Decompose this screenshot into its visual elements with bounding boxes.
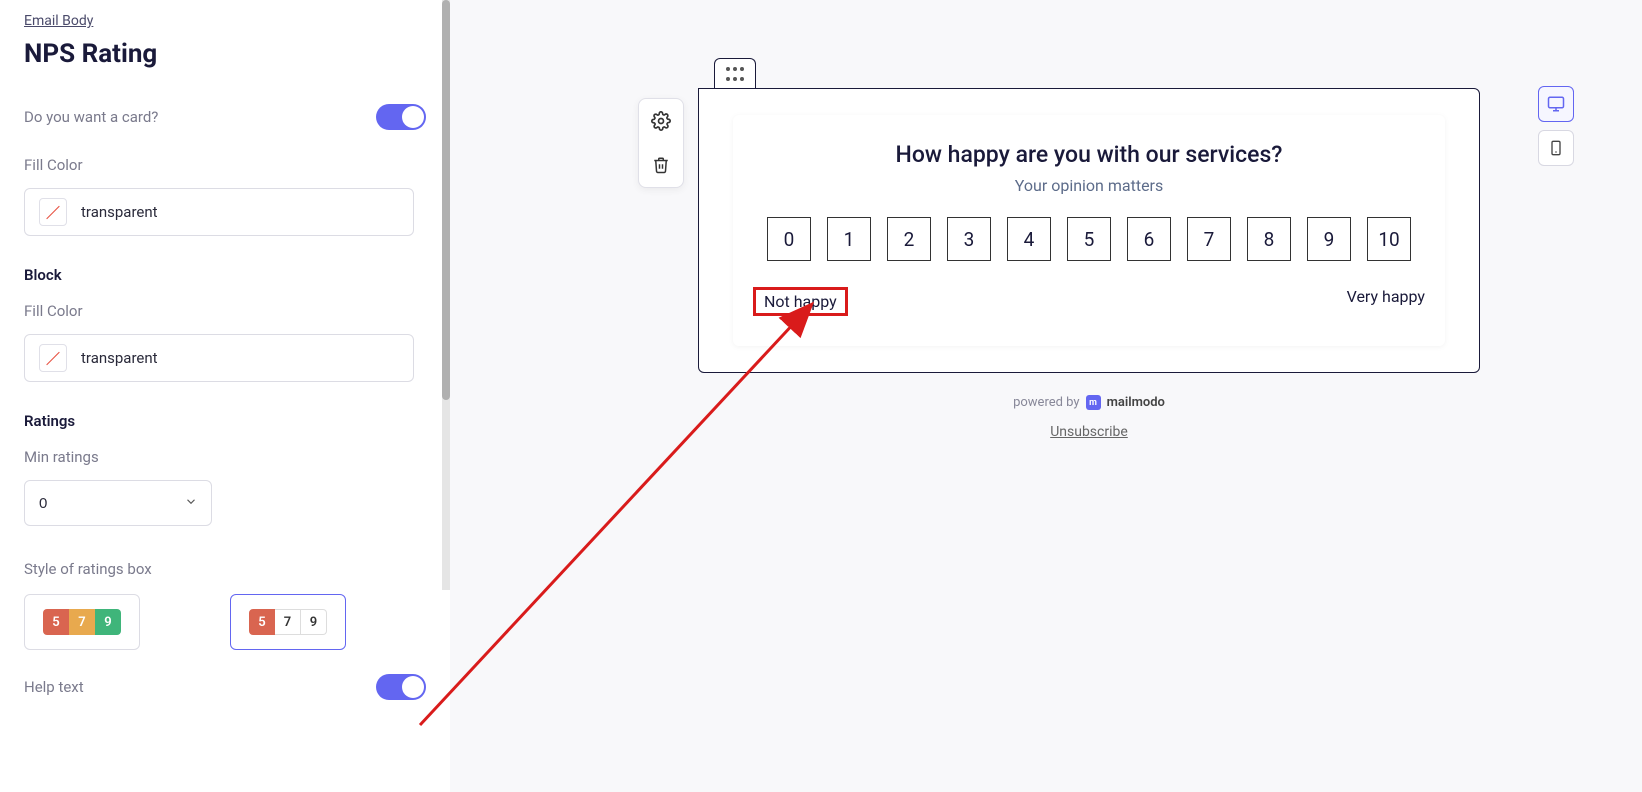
style-pill: 5 xyxy=(249,609,275,635)
block-fill-value: transparent xyxy=(81,349,158,367)
desktop-view-button[interactable] xyxy=(1538,86,1574,122)
block-settings-button[interactable] xyxy=(639,99,683,143)
rating-button-9[interactable]: 9 xyxy=(1307,217,1351,261)
block-fill-label: Fill Color xyxy=(24,302,426,320)
help-text-label: Help text xyxy=(24,678,84,696)
trash-icon xyxy=(652,156,670,174)
gear-icon xyxy=(651,111,671,131)
desktop-icon xyxy=(1547,95,1565,113)
style-pill: 9 xyxy=(301,609,327,635)
help-text-toggle[interactable] xyxy=(376,674,426,700)
mobile-icon xyxy=(1548,140,1564,156)
rating-button-7[interactable]: 7 xyxy=(1187,217,1231,261)
style-pill: 9 xyxy=(95,609,121,635)
nps-question: How happy are you with our services? xyxy=(747,141,1431,168)
card-fill-label: Fill Color xyxy=(24,156,426,174)
rating-button-6[interactable]: 6 xyxy=(1127,217,1171,261)
card-fill-value: transparent xyxy=(81,203,158,221)
preview-block[interactable]: How happy are you with our services? You… xyxy=(698,88,1480,373)
block-fill-input[interactable]: transparent xyxy=(24,334,414,382)
powered-by: powered by m mailmodo xyxy=(1013,395,1165,410)
rating-button-5[interactable]: 5 xyxy=(1067,217,1111,261)
rating-button-0[interactable]: 0 xyxy=(767,217,811,261)
style-label: Style of ratings box xyxy=(24,560,426,578)
style-pill: 7 xyxy=(275,609,301,635)
style-pill: 5 xyxy=(43,609,69,635)
ratings-section-label: Ratings xyxy=(24,412,426,430)
card-fill-input[interactable]: transparent xyxy=(24,188,414,236)
rating-button-4[interactable]: 4 xyxy=(1007,217,1051,261)
style-pill: 7 xyxy=(69,609,95,635)
drag-handle-icon[interactable] xyxy=(714,58,756,88)
min-ratings-select[interactable]: 0 xyxy=(24,480,212,526)
style-option-solid[interactable]: 5 7 9 xyxy=(24,594,140,650)
block-delete-button[interactable] xyxy=(639,143,683,187)
mobile-view-button[interactable] xyxy=(1538,130,1574,166)
transparent-swatch-icon xyxy=(39,198,67,226)
help-text-right: Very happy xyxy=(1347,287,1425,316)
nps-subtitle: Your opinion matters xyxy=(747,176,1431,195)
transparent-swatch-icon xyxy=(39,344,67,372)
page-title: NPS Rating xyxy=(24,39,426,69)
unsubscribe-link[interactable]: Unsubscribe xyxy=(1050,424,1128,440)
rating-button-10[interactable]: 10 xyxy=(1367,217,1411,261)
rating-button-1[interactable]: 1 xyxy=(827,217,871,261)
style-option-outline[interactable]: 5 7 9 xyxy=(230,594,346,650)
rating-row: 0123456789 10 xyxy=(747,217,1431,261)
breadcrumb-link[interactable]: Email Body xyxy=(24,13,93,29)
card-toggle-label: Do you want a card? xyxy=(24,108,158,126)
block-section-label: Block xyxy=(24,266,426,284)
min-ratings-label: Min ratings xyxy=(24,448,426,466)
card-toggle[interactable] xyxy=(376,104,426,130)
sidebar-scrollbar-thumb[interactable] xyxy=(442,0,450,400)
help-text-left: Not happy xyxy=(753,287,848,316)
rating-button-2[interactable]: 2 xyxy=(887,217,931,261)
mailmodo-logo-icon: m xyxy=(1086,395,1101,410)
nps-card: How happy are you with our services? You… xyxy=(733,115,1445,346)
rating-button-8[interactable]: 8 xyxy=(1247,217,1291,261)
rating-button-3[interactable]: 3 xyxy=(947,217,991,261)
